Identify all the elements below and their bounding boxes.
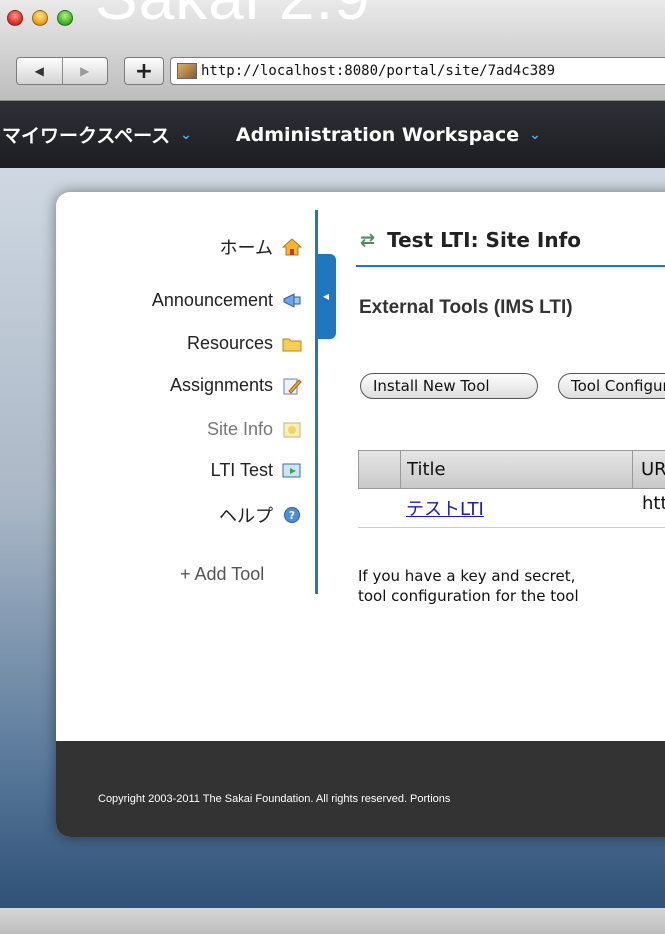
minimize-window-button[interactable]	[32, 10, 48, 26]
sidebar-item-resources[interactable]: Resources	[187, 333, 302, 354]
tool-title-link[interactable]: テストLTI	[406, 495, 484, 521]
section-title: External Tools (IMS LTI)	[359, 297, 573, 318]
folder-icon	[282, 335, 302, 353]
install-new-tool-button[interactable]: Install New Tool	[360, 373, 538, 399]
tool-configuration-button[interactable]: Tool Configuration	[558, 373, 665, 399]
workspace-label: マイワークスペース	[2, 125, 171, 147]
tools-table: Title URL テストLTI http	[358, 450, 665, 528]
page-title: Test LTI: Site Info	[387, 228, 582, 252]
headline-title: Sakai 2.9	[95, 0, 371, 34]
favicon-icon	[177, 63, 197, 79]
header-blank-cell	[359, 451, 401, 488]
chevron-down-icon: ⌄	[180, 126, 192, 143]
sidebar-item-label: Assignments	[169, 375, 273, 395]
sidebar-item-label: LTI Test	[210, 460, 273, 480]
svg-text:?: ?	[289, 509, 295, 522]
forward-button[interactable]: ▶	[61, 58, 108, 84]
sidebar-item-lti-test[interactable]: LTI Test	[211, 460, 302, 481]
workspace-label: Administration Workspace	[235, 123, 520, 146]
title-divider	[356, 265, 665, 267]
caret-left-icon: ◀	[322, 292, 330, 301]
sidebar-item-home[interactable]: ホーム	[219, 234, 303, 260]
chevron-down-icon: ⌄	[529, 126, 541, 143]
help-line: If you have a key and secret,	[358, 567, 576, 585]
sidebar-item-site-info[interactable]: Site Info	[207, 419, 302, 440]
tool-url: http	[642, 493, 665, 514]
sidebar-item-label: ヘルプ	[219, 506, 273, 526]
lti-icon	[282, 462, 302, 480]
header-title[interactable]: Title	[401, 451, 633, 488]
workspace-tab-admin[interactable]: Administration Workspace ⌄	[236, 124, 541, 146]
reset-tool-icon[interactable]: ⇄	[360, 230, 375, 251]
close-window-button[interactable]	[7, 10, 23, 26]
sidebar-item-announcement[interactable]: Announcement	[152, 290, 302, 311]
history-nav: ◀ ▶	[16, 57, 108, 85]
collapse-sidebar-button[interactable]: ◀	[316, 254, 336, 339]
site-frame: ホーム Announcement Resources Assignments S…	[56, 192, 665, 837]
address-bar[interactable]: http://localhost:8080/portal/site/7ad4c3…	[170, 57, 665, 85]
back-button[interactable]: ◀	[17, 58, 62, 84]
table-header: Title URL	[358, 450, 665, 489]
announcement-icon	[282, 292, 302, 310]
table-row: テストLTI http	[358, 489, 665, 528]
tool-heading: ⇄ Test LTI: Site Info	[360, 228, 581, 252]
sidebar-item-help[interactable]: ヘルプ ?	[219, 502, 302, 528]
help-line: tool configuration for the tool	[358, 587, 579, 605]
add-bookmark-button[interactable]: +	[124, 57, 164, 85]
portal-site-nav: マイワークスペース ⌄ Administration Workspace ⌄	[0, 101, 665, 168]
add-tool-link[interactable]: + Add Tool	[180, 564, 264, 585]
sidebar-item-label: ホーム	[219, 238, 273, 258]
status-strip	[0, 908, 665, 934]
sidebar-item-label: Site Info	[206, 419, 273, 439]
header-url[interactable]: URL	[635, 451, 665, 488]
help-icon: ?	[282, 506, 302, 524]
copyright-text: Copyright 2003-2011 The Sakai Foundation…	[98, 793, 451, 805]
workspace-tab-my-workspace[interactable]: マイワークスペース ⌄	[2, 121, 192, 148]
site-info-icon	[282, 421, 302, 439]
assignment-icon	[282, 377, 302, 395]
help-text: If you have a key and secret, tool confi…	[358, 566, 579, 606]
home-icon	[281, 238, 303, 256]
sidebar-item-label: Announcement	[151, 290, 273, 310]
sidebar-item-label: Resources	[186, 333, 273, 353]
sidebar-item-assignments[interactable]: Assignments	[170, 375, 302, 396]
footer: Copyright 2003-2011 The Sakai Foundation…	[56, 741, 665, 837]
zoom-window-button[interactable]	[57, 10, 73, 26]
url-text: http://localhost:8080/portal/site/7ad4c3…	[201, 63, 556, 79]
